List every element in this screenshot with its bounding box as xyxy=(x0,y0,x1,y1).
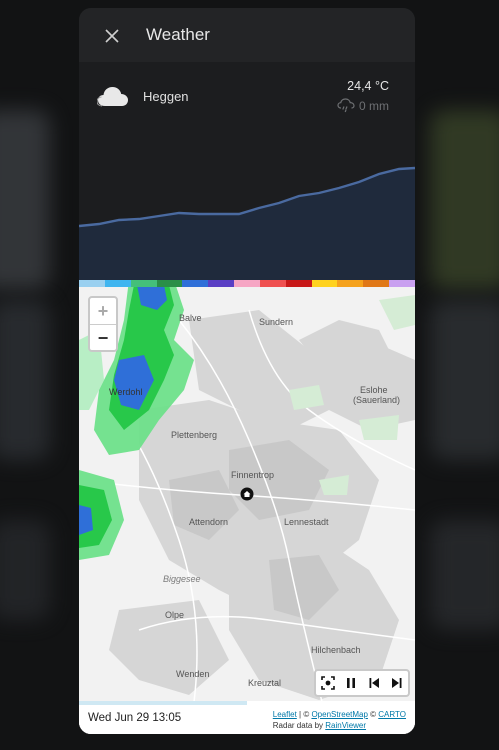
skip-forward-icon xyxy=(391,678,401,688)
openstreetmap-link[interactable]: OpenStreetMap xyxy=(311,710,367,719)
background-card xyxy=(430,110,499,290)
radar-map[interactable]: + − Balve Sundern Werdohl Eslohe (Sauerl… xyxy=(79,280,415,734)
recenter-icon xyxy=(320,676,335,690)
rain-cloud-icon xyxy=(337,98,355,113)
dialog-header: Weather xyxy=(79,8,415,62)
map-tiles xyxy=(79,280,415,734)
color-legend-swatch xyxy=(234,280,260,287)
temperature-graph xyxy=(79,166,415,280)
map-label: Kreuztal xyxy=(248,678,282,688)
zoom-in-button[interactable]: + xyxy=(90,298,116,325)
close-icon xyxy=(105,29,119,43)
color-legend-swatch xyxy=(79,280,105,287)
recenter-button[interactable] xyxy=(316,671,339,695)
map-label: Olpe xyxy=(165,610,185,620)
color-legend-swatch xyxy=(259,280,286,287)
color-legend-swatch xyxy=(311,280,338,287)
map-label: Eslohe xyxy=(360,385,388,395)
color-legend-swatch xyxy=(130,280,157,287)
map-label: Sundern xyxy=(259,317,294,327)
pause-button[interactable] xyxy=(339,671,362,695)
map-label: Biggesee xyxy=(163,574,201,584)
dialog-title: Weather xyxy=(146,25,210,44)
rainviewer-link[interactable]: RainViewer xyxy=(325,721,366,730)
background-card xyxy=(0,300,50,460)
map-label: Wenden xyxy=(176,669,210,679)
background-card xyxy=(430,300,499,460)
temperature-value: 24,4 °C xyxy=(347,79,389,93)
home-marker-icon[interactable] xyxy=(240,487,254,501)
background-card xyxy=(0,110,50,290)
color-legend-swatch xyxy=(208,280,235,287)
carto-link[interactable]: CARTO xyxy=(378,710,406,719)
color-legend-swatch xyxy=(389,280,415,287)
map-label: Werdohl xyxy=(109,387,143,397)
radar-timestamp: Wed Jun 29 13:05 xyxy=(88,712,182,724)
map-label: Hilchenbach xyxy=(311,645,361,655)
zoom-control: + − xyxy=(88,296,118,352)
cloud-icon xyxy=(97,87,128,107)
skip-back-button[interactable] xyxy=(362,671,385,695)
leaflet-link[interactable]: Leaflet xyxy=(273,710,297,719)
radar-progress-bar xyxy=(79,701,247,705)
color-legend-swatch xyxy=(285,280,312,287)
precipitation-value: 0 mm xyxy=(359,98,389,113)
location-name: Heggen xyxy=(143,89,189,104)
color-legend-swatch xyxy=(156,280,183,287)
weather-forecast-card[interactable]: Heggen 24,4 °C 0 mm xyxy=(79,62,415,280)
attribution-text: © xyxy=(367,710,379,719)
weather-dialog: Weather Heggen 24,4 °C 0 mm + − Balve Su… xyxy=(79,8,415,734)
map-label: Lennestadt xyxy=(284,517,329,527)
color-legend-swatch xyxy=(104,280,131,287)
radar-footer: Wed Jun 29 13:05 Leaflet | © OpenStreetM… xyxy=(79,701,415,734)
map-label: Plettenberg xyxy=(171,430,218,440)
map-label: (Sauerland) xyxy=(353,395,401,405)
skip-back-icon xyxy=(369,678,379,688)
radar-color-legend xyxy=(79,280,415,287)
precipitation: 0 mm xyxy=(337,98,389,113)
zoom-out-button[interactable]: − xyxy=(90,325,116,351)
color-legend-swatch xyxy=(337,280,364,287)
close-button[interactable] xyxy=(99,23,125,49)
attribution-text: Radar data by xyxy=(272,721,326,730)
map-attribution: Leaflet | © OpenStreetMap © CARTO Radar … xyxy=(273,709,406,731)
map-label: Attendorn xyxy=(189,517,229,527)
radar-playback-controls xyxy=(314,669,410,697)
background-card xyxy=(430,520,499,630)
color-legend-swatch xyxy=(182,280,209,287)
color-legend-swatch xyxy=(363,280,390,287)
map-label: Balve xyxy=(179,313,202,323)
attribution-text: | © xyxy=(296,710,312,719)
skip-forward-button[interactable] xyxy=(385,671,408,695)
pause-icon xyxy=(346,678,355,688)
map-label: Finnentrop xyxy=(231,470,275,480)
background-card xyxy=(0,520,50,620)
